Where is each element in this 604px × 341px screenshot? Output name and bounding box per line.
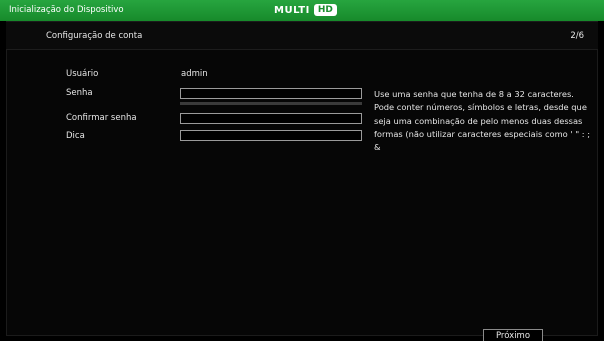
password-rules-text: Use uma senha que tenha de 8 a 32 caract…: [374, 89, 590, 153]
window-title: Inicialização do Dispositivo: [9, 5, 124, 15]
step-indicator: 2/6: [570, 31, 584, 41]
next-button[interactable]: Próximo: [483, 329, 543, 341]
user-value: admin: [181, 69, 208, 79]
user-label: Usuário: [66, 69, 99, 79]
hint-input[interactable]: [180, 130, 362, 141]
password-strength-bar: [180, 102, 362, 105]
logo-badge: HD: [313, 4, 337, 16]
confirm-password-input[interactable]: [180, 113, 362, 124]
hint-label: Dica: [66, 131, 85, 141]
section-header: Configuração de conta 2/6: [6, 22, 598, 50]
title-bar: Inicialização do Dispositivo MULTI HD: [0, 0, 604, 21]
section-title: Configuração de conta: [46, 31, 143, 41]
password-input[interactable]: [180, 88, 362, 99]
device-init-screen: Inicialização do Dispositivo MULTI HD Co…: [0, 0, 604, 341]
confirm-password-label: Confirmar senha: [66, 113, 137, 123]
password-label: Senha: [66, 88, 93, 98]
logo-text: MULTI: [274, 4, 310, 16]
multi-hd-logo: MULTI HD: [274, 3, 337, 17]
